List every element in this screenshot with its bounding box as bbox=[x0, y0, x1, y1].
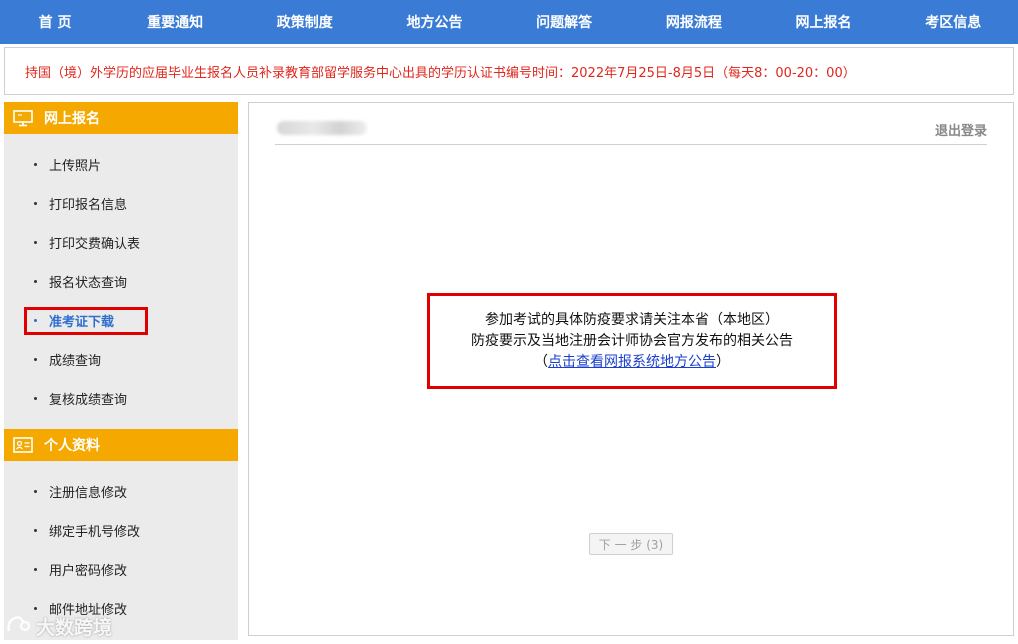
bullet-icon bbox=[34, 202, 37, 205]
sidebar-section-personal-info: 个人资料 bbox=[4, 429, 238, 461]
bullet-icon bbox=[34, 280, 37, 283]
main-header: 退出登录 bbox=[275, 113, 987, 145]
nav-process[interactable]: 网报流程 bbox=[629, 0, 759, 44]
sidebar-section-title: 网上报名 bbox=[44, 111, 100, 127]
sidebar-item-status-query[interactable]: 报名状态查询 bbox=[4, 262, 238, 301]
sidebar-item-edit-phone[interactable]: 绑定手机号修改 bbox=[4, 511, 238, 550]
paren-close: ） bbox=[716, 353, 730, 370]
notice-line-2: 防疫要示及当地注册会计师协会官方发布的相关公告 bbox=[471, 332, 793, 349]
bullet-icon bbox=[34, 358, 37, 361]
notice-text: 持国（境）外学历的应届毕业生报名人员补录教育部留学服务中心出具的学历认证书编号时… bbox=[25, 65, 856, 81]
top-nav: 首 页 重要通知 政策制度 地方公告 问题解答 网报流程 网上报名 考区信息 bbox=[0, 0, 1018, 44]
sidebar: 网上报名 上传照片 打印报名信息 打印交费确认表 报名状态查询 准考证下载 成绩… bbox=[4, 102, 238, 640]
sidebar-item-label: 准考证下载 bbox=[49, 315, 115, 330]
sidebar-item-label: 用户密码修改 bbox=[49, 564, 128, 579]
sidebar-item-upload-photo[interactable]: 上传照片 bbox=[4, 145, 238, 184]
nav-home[interactable]: 首 页 bbox=[0, 0, 110, 44]
logout-button[interactable]: 退出登录 bbox=[935, 120, 987, 139]
notice-bar: 持国（境）外学历的应届毕业生报名人员补录教育部留学服务中心出具的学历认证书编号时… bbox=[4, 47, 1014, 95]
monitor-icon bbox=[12, 109, 34, 127]
sidebar-section-online-registration: 网上报名 bbox=[4, 102, 238, 134]
bullet-icon bbox=[34, 490, 37, 493]
sidebar-list-registration: 上传照片 打印报名信息 打印交费确认表 报名状态查询 准考证下载 成绩查询 复核… bbox=[4, 134, 238, 429]
next-step-button[interactable]: 下 一 步 (3) bbox=[589, 533, 673, 555]
paren-open: （ bbox=[534, 353, 548, 370]
watermark-logo-icon bbox=[6, 613, 32, 640]
nav-policy[interactable]: 政策制度 bbox=[240, 0, 370, 44]
sidebar-item-label: 打印交费确认表 bbox=[49, 237, 141, 252]
bullet-icon bbox=[34, 241, 37, 244]
id-card-icon bbox=[12, 436, 34, 454]
bullet-icon bbox=[34, 607, 37, 610]
bullet-icon bbox=[34, 319, 37, 322]
sidebar-item-label: 复核成绩查询 bbox=[49, 393, 128, 408]
sidebar-item-print-registration[interactable]: 打印报名信息 bbox=[4, 184, 238, 223]
sidebar-item-label: 报名状态查询 bbox=[49, 276, 128, 291]
sidebar-item-label: 注册信息修改 bbox=[49, 486, 128, 501]
bullet-icon bbox=[34, 568, 37, 571]
sidebar-item-print-payment[interactable]: 打印交费确认表 bbox=[4, 223, 238, 262]
epidemic-notice-box: 参加考试的具体防疫要求请关注本省（本地区） 防疫要示及当地注册会计师协会官方发布… bbox=[427, 293, 837, 389]
sidebar-item-admission-ticket-download[interactable]: 准考证下载 bbox=[4, 301, 238, 340]
sidebar-item-edit-password[interactable]: 用户密码修改 bbox=[4, 550, 238, 589]
sidebar-item-label: 成绩查询 bbox=[49, 354, 102, 369]
bullet-icon bbox=[34, 397, 37, 400]
nav-local-announcements[interactable]: 地方公告 bbox=[370, 0, 500, 44]
notice-line-1: 参加考试的具体防疫要求请关注本省（本地区） bbox=[485, 311, 779, 328]
notice-line-3: （点击查看网报系统地方公告） bbox=[534, 352, 730, 373]
main-panel: 退出登录 参加考试的具体防疫要求请关注本省（本地区） 防疫要示及当地注册会计师协… bbox=[248, 102, 1014, 636]
sidebar-item-score-query[interactable]: 成绩查询 bbox=[4, 340, 238, 379]
sidebar-item-score-review-query[interactable]: 复核成绩查询 bbox=[4, 379, 238, 418]
nav-online-registration[interactable]: 网上报名 bbox=[759, 0, 889, 44]
watermark-text: 大数跨境 bbox=[36, 616, 113, 639]
sidebar-item-label: 绑定手机号修改 bbox=[49, 525, 141, 540]
nav-faq[interactable]: 问题解答 bbox=[499, 0, 629, 44]
bullet-icon bbox=[34, 163, 37, 166]
sidebar-item-label: 打印报名信息 bbox=[49, 198, 128, 213]
sidebar-item-edit-registration-info[interactable]: 注册信息修改 bbox=[4, 472, 238, 511]
nav-important-notices[interactable]: 重要通知 bbox=[110, 0, 240, 44]
watermark: 大数跨境 bbox=[6, 612, 112, 640]
sidebar-section-title: 个人资料 bbox=[44, 438, 100, 454]
local-announcement-link[interactable]: 点击查看网报系统地方公告 bbox=[548, 354, 716, 370]
sidebar-item-label: 上传照片 bbox=[49, 159, 102, 174]
bullet-icon bbox=[34, 529, 37, 532]
blurred-username bbox=[277, 121, 367, 135]
nav-exam-area-info[interactable]: 考区信息 bbox=[888, 0, 1018, 44]
